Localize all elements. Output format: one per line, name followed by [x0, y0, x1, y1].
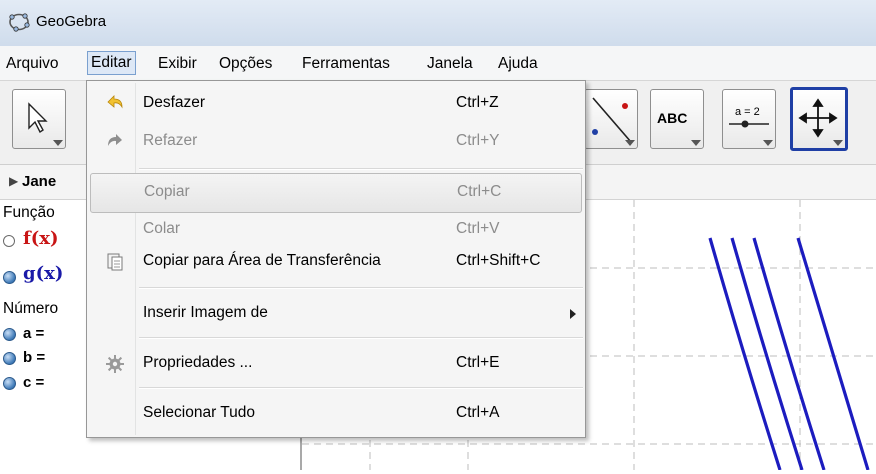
menu-item-shortcut: Ctrl+C — [457, 183, 502, 200]
menu-item-shortcut: Ctrl+A — [456, 404, 500, 421]
move-graphics-tool-button[interactable] — [790, 87, 848, 151]
gear-icon — [106, 355, 124, 373]
funcao-heading: Função — [3, 204, 55, 221]
title-bar: GeoGebra — [0, 0, 876, 46]
variable-c-label[interactable]: c = — [23, 374, 44, 391]
menu-editar[interactable]: Editar — [87, 51, 136, 75]
menu-item-copiar[interactable]: Copiar Ctrl+C — [90, 173, 582, 213]
line-tool-button[interactable] — [584, 89, 638, 149]
visibility-toggle-c[interactable] — [3, 377, 16, 390]
visibility-toggle-a[interactable] — [3, 328, 16, 341]
function-f-label[interactable]: f(x) — [23, 228, 59, 249]
menu-opcoes[interactable]: Opções — [216, 53, 275, 75]
slider-tool-button[interactable]: a = 2 — [722, 89, 776, 149]
menu-item-label: Colar — [143, 220, 181, 237]
menu-arquivo[interactable]: Arquivo — [3, 53, 62, 75]
menu-item-propriedades[interactable]: Propriedades ... Ctrl+E — [87, 345, 585, 383]
visibility-toggle-g[interactable] — [3, 271, 16, 284]
menu-separator — [139, 168, 583, 170]
menu-item-label: Selecionar Tudo — [143, 404, 256, 421]
undo-icon — [107, 95, 123, 109]
menu-item-refazer[interactable]: Refazer Ctrl+Y — [87, 123, 585, 161]
menu-item-shortcut: Ctrl+V — [456, 220, 500, 237]
menu-ferramentas[interactable]: Ferramentas — [299, 53, 393, 75]
window-title: GeoGebra — [36, 13, 107, 30]
curve-1 — [708, 237, 782, 471]
submenu-arrow-icon — [570, 309, 576, 319]
menu-item-copiar-area-transferencia[interactable]: Copiar para Área de Transferência Ctrl+S… — [87, 243, 585, 281]
function-curves — [708, 237, 870, 471]
menu-item-shortcut: Ctrl+Shift+C — [456, 252, 541, 269]
curve-4 — [796, 237, 870, 471]
menu-separator — [139, 387, 583, 389]
variable-a-label[interactable]: a = — [23, 325, 44, 342]
menu-item-inserir-imagem[interactable]: Inserir Imagem de — [87, 295, 585, 333]
function-g-label[interactable]: g(x) — [23, 263, 63, 284]
abc-text-icon: ABC — [657, 110, 688, 126]
menu-janela[interactable]: Janela — [424, 53, 476, 75]
menu-item-label: Propriedades ... — [143, 354, 253, 371]
geogebra-icon — [9, 13, 30, 32]
move-tool-button[interactable] — [12, 89, 66, 149]
menu-separator — [139, 337, 583, 339]
numero-heading: Número — [3, 300, 59, 317]
menu-item-shortcut: Ctrl+Z — [456, 94, 499, 111]
edit-dropdown-menu: Desfazer Ctrl+Z Refazer Ctrl+Y Copiar Ct… — [86, 80, 586, 438]
visibility-toggle-f[interactable] — [3, 235, 15, 247]
clipboard-icon — [107, 253, 123, 271]
menu-exibir[interactable]: Exibir — [155, 53, 200, 75]
menu-item-label: Desfazer — [143, 94, 206, 111]
menu-item-label: Copiar para Área de Transferência — [143, 252, 381, 269]
collapse-arrow-icon[interactable]: ▶ — [9, 174, 18, 188]
text-tool-button[interactable]: ABC — [650, 89, 704, 149]
menu-item-label: Refazer — [143, 132, 198, 149]
menu-separator — [139, 287, 583, 289]
menu-item-shortcut: Ctrl+Y — [456, 132, 500, 149]
algebra-header-label: Jane — [22, 173, 57, 190]
redo-icon — [108, 134, 122, 146]
menu-bar: Arquivo Editar Exibir Opções Ferramentas… — [0, 46, 876, 81]
menu-item-label: Copiar — [144, 183, 190, 200]
variable-b-label[interactable]: b = — [23, 349, 45, 366]
menu-ajuda[interactable]: Ajuda — [495, 53, 541, 75]
menu-item-shortcut: Ctrl+E — [456, 354, 500, 371]
menu-item-label: Inserir Imagem de — [143, 304, 268, 321]
menu-item-desfazer[interactable]: Desfazer Ctrl+Z — [87, 85, 585, 123]
visibility-toggle-b[interactable] — [3, 352, 16, 365]
menu-item-selecionar-tudo[interactable]: Selecionar Tudo Ctrl+A — [87, 395, 585, 433]
